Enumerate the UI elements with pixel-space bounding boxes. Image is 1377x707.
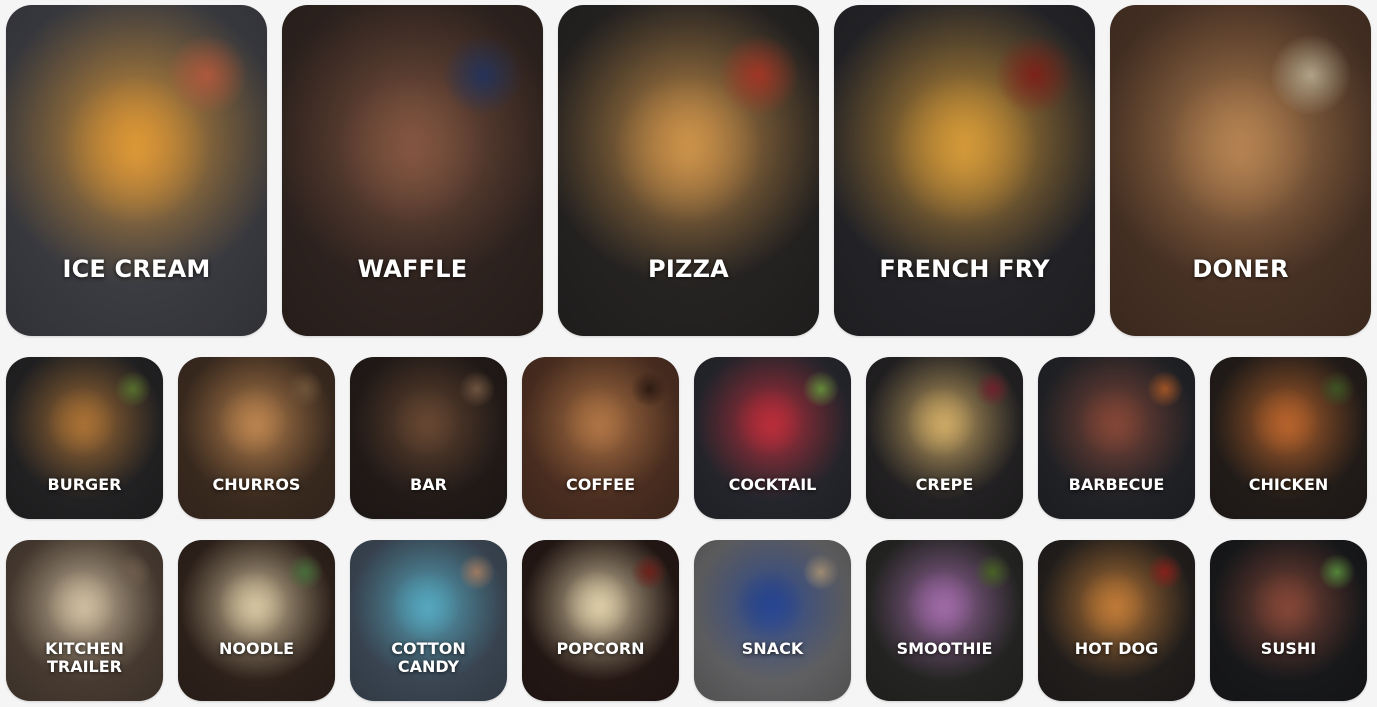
category-label: SUSHI bbox=[1260, 639, 1317, 658]
category-label: BAR bbox=[410, 475, 447, 494]
featured-row: ICE CREAM WAFFLE PIZZA FRENCH FRY DONER bbox=[6, 5, 1371, 336]
category-label: FRENCH FRY bbox=[879, 255, 1050, 283]
image-overlay bbox=[834, 5, 1095, 336]
image-overlay bbox=[1038, 540, 1195, 701]
category-label: CHURROS bbox=[212, 475, 301, 494]
category-card-cotton-candy[interactable]: COTTON CANDY bbox=[350, 540, 507, 701]
image-overlay bbox=[866, 357, 1023, 519]
image-overlay bbox=[694, 357, 851, 519]
category-label: HOT DOG bbox=[1074, 639, 1159, 658]
category-label: CREPE bbox=[915, 475, 974, 494]
category-label: COCKTAIL bbox=[728, 475, 817, 494]
image-overlay bbox=[282, 5, 543, 336]
category-card-barbecue[interactable]: BARBECUE bbox=[1038, 357, 1195, 519]
category-label: KITCHEN TRAILER bbox=[45, 639, 124, 676]
category-card-popcorn[interactable]: POPCORN bbox=[522, 540, 679, 701]
category-card-crepe[interactable]: CREPE bbox=[866, 357, 1023, 519]
category-label: POPCORN bbox=[556, 639, 645, 658]
category-card-ice-cream[interactable]: ICE CREAM bbox=[6, 5, 267, 336]
image-overlay bbox=[522, 540, 679, 701]
image-overlay bbox=[6, 5, 267, 336]
category-label: BARBECUE bbox=[1068, 475, 1165, 494]
category-card-burger[interactable]: BURGER bbox=[6, 357, 163, 519]
category-label: NOODLE bbox=[219, 639, 294, 658]
category-card-noodle[interactable]: NOODLE bbox=[178, 540, 335, 701]
category-card-churros[interactable]: CHURROS bbox=[178, 357, 335, 519]
category-card-smoothie[interactable]: SMOOTHIE bbox=[866, 540, 1023, 701]
category-label: DONER bbox=[1192, 255, 1289, 283]
category-card-french-fry[interactable]: FRENCH FRY bbox=[834, 5, 1095, 336]
image-overlay bbox=[522, 357, 679, 519]
category-card-doner[interactable]: DONER bbox=[1110, 5, 1371, 336]
category-card-bar[interactable]: BAR bbox=[350, 357, 507, 519]
category-card-snack[interactable]: SNACK bbox=[694, 540, 851, 701]
category-card-coffee[interactable]: COFFEE bbox=[522, 357, 679, 519]
image-overlay bbox=[350, 357, 507, 519]
category-card-hot-dog[interactable]: HOT DOG bbox=[1038, 540, 1195, 701]
category-label: WAFFLE bbox=[357, 255, 468, 283]
image-overlay bbox=[178, 357, 335, 519]
image-overlay bbox=[1210, 357, 1367, 519]
image-overlay bbox=[6, 357, 163, 519]
category-card-waffle[interactable]: WAFFLE bbox=[282, 5, 543, 336]
category-card-chicken[interactable]: CHICKEN bbox=[1210, 357, 1367, 519]
image-overlay bbox=[6, 540, 163, 701]
category-row-2: KITCHEN TRAILER NOODLE COTTON CANDY POPCORN… bbox=[6, 540, 1367, 701]
category-label: CHICKEN bbox=[1248, 475, 1329, 494]
category-label: SNACK bbox=[741, 639, 804, 658]
category-row-1: BURGER CHURROS BAR COFFEE COCKTAIL CREPE BARBE… bbox=[6, 357, 1367, 519]
image-overlay bbox=[1110, 5, 1371, 336]
image-overlay bbox=[1210, 540, 1367, 701]
category-label: COFFEE bbox=[565, 475, 636, 494]
category-card-kitchen-trailer[interactable]: KITCHEN TRAILER bbox=[6, 540, 163, 701]
category-label: PIZZA bbox=[648, 255, 729, 283]
image-overlay bbox=[558, 5, 819, 336]
category-card-sushi[interactable]: SUSHI bbox=[1210, 540, 1367, 701]
category-label: ICE CREAM bbox=[62, 255, 211, 283]
category-card-cocktail[interactable]: COCKTAIL bbox=[694, 357, 851, 519]
image-overlay bbox=[866, 540, 1023, 701]
category-label: COTTON CANDY bbox=[391, 639, 466, 676]
image-overlay bbox=[350, 540, 507, 701]
category-label: BURGER bbox=[47, 475, 122, 494]
image-overlay bbox=[178, 540, 335, 701]
image-overlay bbox=[694, 540, 851, 701]
category-label: SMOOTHIE bbox=[896, 639, 993, 658]
image-overlay bbox=[1038, 357, 1195, 519]
category-card-pizza[interactable]: PIZZA bbox=[558, 5, 819, 336]
